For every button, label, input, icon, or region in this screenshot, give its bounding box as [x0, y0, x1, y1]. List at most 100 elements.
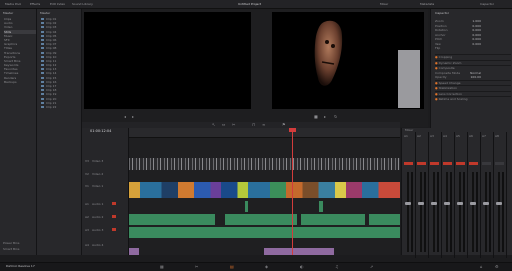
- project-title: Untitled Project: [238, 2, 262, 6]
- volume-fader[interactable]: [444, 172, 450, 252]
- fusion-page-icon[interactable]: ◈: [265, 264, 268, 270]
- media-pool-tab[interactable]: Media Pool: [5, 2, 21, 6]
- volume-fader[interactable]: [496, 172, 502, 252]
- volume-fader[interactable]: [457, 172, 463, 252]
- volume-fader[interactable]: [483, 172, 489, 252]
- volume-fader[interactable]: [431, 172, 437, 252]
- smart-bins-label[interactable]: Smart Bins: [3, 247, 19, 251]
- timeline-timecode: 01:00:12:04: [90, 129, 112, 133]
- play-icon[interactable]: ▸: [132, 114, 134, 119]
- audio-clip[interactable]: [245, 201, 248, 212]
- record-button[interactable]: [404, 162, 413, 165]
- record-arm-button[interactable]: [112, 215, 116, 218]
- stop-icon[interactable]: ■: [314, 114, 318, 119]
- record-button[interactable]: [495, 162, 504, 165]
- loop-icon[interactable]: ↻: [334, 114, 337, 119]
- playhead-handle[interactable]: [289, 128, 296, 132]
- media-page-icon[interactable]: ▦: [160, 264, 164, 270]
- media-clip-list: Clip 01 Clip 02 Clip 03 Clip 04 Clip 05 …: [37, 17, 81, 109]
- track-label-v3: V3: [85, 159, 89, 163]
- edit-page-icon[interactable]: ▤: [230, 264, 234, 270]
- mixer-channel: A2: [415, 132, 429, 258]
- record-button[interactable]: [430, 162, 439, 165]
- record-button[interactable]: [443, 162, 452, 165]
- volume-fader[interactable]: [418, 172, 424, 252]
- record-button[interactable]: [469, 162, 478, 165]
- track-v1-clips[interactable]: [129, 182, 400, 198]
- timeline-panel: 01:00:12:04 V3 Video 3 V2 Video 2 V1 Vid…: [82, 128, 400, 255]
- level-meter: [476, 172, 478, 252]
- mixer-channel: A4: [441, 132, 455, 258]
- sound-library-tab[interactable]: Sound Library: [72, 2, 93, 6]
- deliver-page-icon[interactable]: ➚: [370, 264, 373, 270]
- effects-tab[interactable]: Effects: [30, 2, 40, 6]
- record-arm-button[interactable]: [112, 228, 116, 231]
- audio-clip[interactable]: [301, 214, 365, 225]
- volume-fader[interactable]: [405, 172, 411, 252]
- level-meter: [411, 172, 413, 252]
- mixer-channel: A6: [467, 132, 481, 258]
- metadata-tab[interactable]: Metadata: [420, 2, 434, 6]
- inspector-panel: Inspector Zoom 1.000 Position 0.000 Rotati…: [430, 9, 512, 129]
- source-viewer[interactable]: [84, 12, 251, 109]
- mixer-panel: Mixer A1 A2 A3 A4 A5 A6 A7 A8: [401, 128, 512, 258]
- track-v3-clips[interactable]: [129, 158, 400, 170]
- section-header[interactable]: ● Retime and Scaling: [435, 96, 511, 102]
- clip-icon: [41, 51, 44, 54]
- viewer-area: ◂ ▸ ■ ▸ ↻: [82, 9, 428, 127]
- prev-frame-icon[interactable]: ◂: [124, 114, 126, 119]
- audio-clip[interactable]: [129, 214, 215, 225]
- media-pool-panel: Master Clip 01 Clip 02 Clip 03 Clip 04 C…: [37, 9, 82, 255]
- track-name-a1: Audio 1: [92, 202, 104, 206]
- play-timeline-icon[interactable]: ▸: [324, 114, 326, 119]
- app-name: DaVinci Resolve 17: [6, 264, 35, 268]
- record-button[interactable]: [456, 162, 465, 165]
- clip-icon: [41, 80, 44, 83]
- media-clip-item[interactable]: Clip 22: [41, 105, 81, 109]
- clip-icon: [41, 26, 44, 29]
- record-arm-button[interactable]: [112, 202, 116, 205]
- bin-item[interactable]: Backups: [4, 80, 36, 84]
- audio-clip[interactable]: [225, 214, 297, 225]
- level-meter: [450, 172, 452, 252]
- bin-tree-panel: Master Clips Audio Video Stills Music SF…: [0, 9, 37, 255]
- playhead[interactable]: [292, 128, 293, 255]
- track-name-v2: Video 2: [92, 172, 104, 176]
- record-button[interactable]: [417, 162, 426, 165]
- track-label-a3: A3: [85, 228, 89, 232]
- mixer-channel: A7: [480, 132, 494, 258]
- inspector-tab[interactable]: Inspector: [480, 2, 494, 6]
- clip-icon: [41, 76, 44, 79]
- audio-clip[interactable]: [319, 201, 323, 212]
- audio-clip[interactable]: [264, 248, 334, 255]
- mixer-tab[interactable]: Mixer: [380, 2, 388, 6]
- video-scope-overlay: [398, 50, 420, 108]
- edit-index-tab[interactable]: Edit Index: [50, 2, 65, 6]
- clip-icon: [41, 72, 44, 75]
- track-name-a3: Audio 3: [92, 228, 104, 232]
- color-page-icon[interactable]: ◐: [300, 264, 304, 270]
- volume-fader[interactable]: [470, 172, 476, 252]
- mixer-channel: A3: [428, 132, 442, 258]
- timeline-ruler[interactable]: [129, 128, 400, 138]
- audio-clip[interactable]: [129, 248, 139, 255]
- clip-icon: [41, 93, 44, 96]
- fairlight-page-icon[interactable]: ♫: [335, 264, 339, 270]
- track-name-v3: Video 3: [92, 159, 104, 163]
- home-icon[interactable]: ⌂: [480, 264, 483, 270]
- audio-clip[interactable]: [129, 227, 400, 238]
- clip-icon: [41, 30, 44, 33]
- audio-clip[interactable]: [369, 214, 400, 225]
- inspector-row[interactable]: Flip: [435, 46, 511, 51]
- settings-icon[interactable]: ⚙: [495, 264, 499, 270]
- level-meter: [463, 172, 465, 252]
- power-bins-label[interactable]: Power Bins: [3, 241, 19, 245]
- top-toolbar: Media Pool Effects Edit Index Sound Libr…: [0, 0, 512, 9]
- clip-icon: [41, 89, 44, 92]
- cut-page-icon[interactable]: ✂: [195, 264, 198, 270]
- track-headers: 01:00:12:04 V3 Video 3 V2 Video 2 V1 Vid…: [82, 128, 129, 255]
- timeline-viewer[interactable]: [272, 12, 424, 109]
- inspector-section-list: ● Cropping ● Dynamic Zoom ● Composite Co…: [435, 54, 511, 102]
- clip-icon: [41, 34, 44, 37]
- record-button[interactable]: [482, 162, 491, 165]
